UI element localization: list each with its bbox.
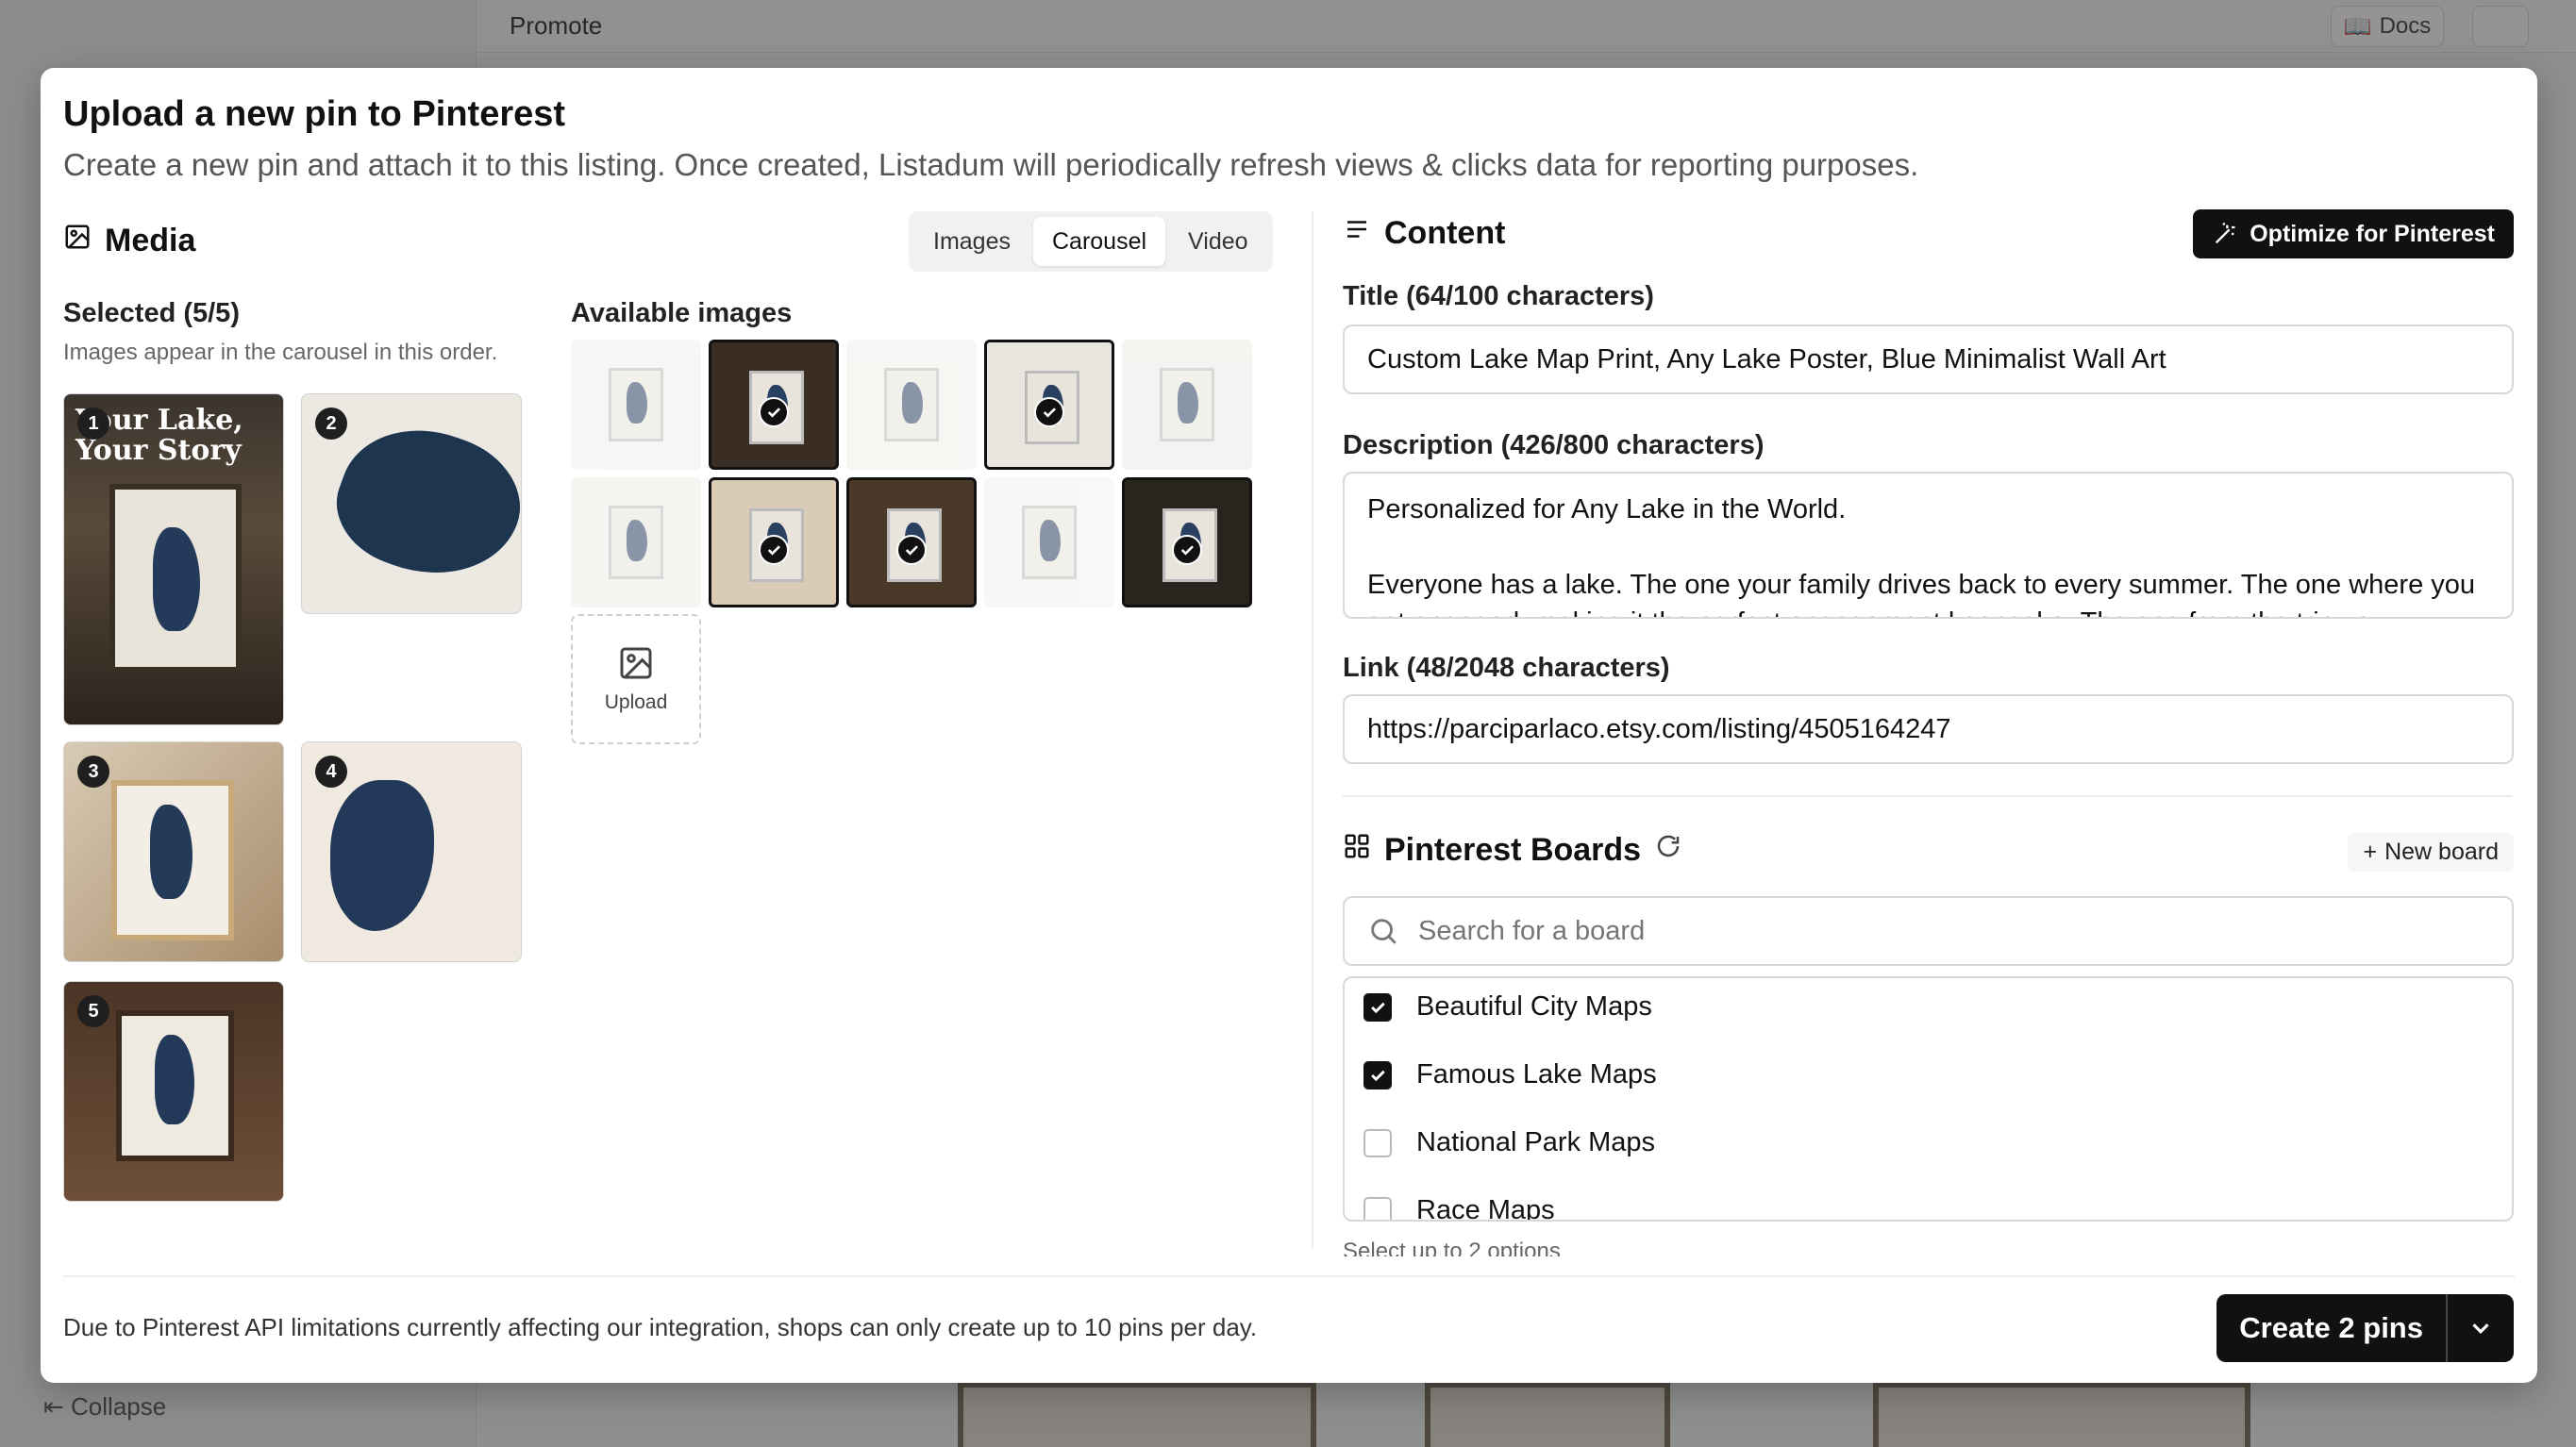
board-label: Race Maps (1416, 1195, 1555, 1222)
create-options-dropdown[interactable] (2446, 1294, 2514, 1362)
checkbox-checked[interactable] (1363, 992, 1392, 1022)
board-option[interactable]: Beautiful City Maps (1363, 991, 1652, 1023)
media-type-tabs: Images Carousel Video (909, 211, 1273, 272)
modal-subtitle: Create a new pin and attach it to this l… (63, 147, 1919, 182)
available-image[interactable] (846, 477, 977, 607)
selected-check-icon (759, 535, 789, 565)
api-limit-note: Due to Pinterest API limitations current… (63, 1313, 1258, 1341)
upload-label: Upload (604, 691, 668, 713)
tab-carousel[interactable]: Carousel (1032, 217, 1166, 266)
selected-image[interactable]: 3 (63, 741, 284, 962)
board-option[interactable]: Famous Lake Maps (1363, 1059, 1657, 1090)
create-pins-button[interactable]: Create 2 pins (2216, 1294, 2446, 1362)
available-image[interactable] (846, 340, 977, 470)
title-input[interactable]: Custom Lake Map Print, Any Lake Poster, … (1343, 324, 2514, 394)
description-label: Description (426/800 characters) (1343, 430, 1765, 460)
available-label: Available images (571, 298, 793, 328)
description-textarea[interactable]: Personalized for Any Lake in the World. … (1343, 472, 2514, 619)
chevron-down-icon (2472, 1323, 2489, 1334)
order-badge: 2 (315, 407, 347, 440)
boards-heading: Pinterest Boards (1343, 832, 1682, 869)
magic-wand-icon (2216, 223, 2235, 244)
selected-label: Selected (5/5) (63, 298, 240, 328)
selected-check-icon (896, 535, 927, 565)
board-option[interactable]: Race Maps (1363, 1195, 1555, 1222)
checkbox-checked[interactable] (1363, 1060, 1392, 1089)
content-heading-label: Content (1384, 215, 1506, 251)
media-heading: Media (63, 223, 195, 259)
selected-check-icon (759, 397, 789, 427)
create-pins-split-button: Create 2 pins (2216, 1294, 2514, 1362)
selected-hint: Images appear in the carousel in this or… (63, 340, 498, 365)
upload-pin-modal: Upload a new pin to Pinterest Create a n… (41, 68, 2537, 1383)
board-list: Beautiful City Maps Famous Lake Maps Nat… (1343, 976, 2514, 1222)
boards-heading-label: Pinterest Boards (1384, 832, 1642, 868)
search-icon (1371, 919, 1397, 944)
board-label: National Park Maps (1416, 1127, 1656, 1157)
plus-icon: + (2363, 838, 2378, 865)
image-upload-icon (620, 647, 652, 679)
order-badge: 3 (77, 756, 109, 788)
title-label: Title (64/100 characters) (1343, 281, 1654, 311)
image-icon (63, 223, 92, 259)
grid-icon (1343, 832, 1371, 869)
available-image[interactable] (984, 340, 1114, 470)
available-image[interactable] (1122, 340, 1252, 470)
link-input[interactable]: https://parciparlaco.etsy.com/listing/45… (1343, 694, 2514, 764)
optimize-label: Optimize for Pinterest (2250, 220, 2495, 247)
optimize-for-pinterest-button[interactable]: Optimize for Pinterest (2193, 209, 2514, 258)
new-board-label: New board (2384, 838, 2499, 865)
board-label: Beautiful City Maps (1416, 991, 1652, 1022)
tab-images[interactable]: Images (914, 217, 1029, 266)
upload-button[interactable]: Upload (571, 614, 701, 744)
order-badge: 5 (77, 995, 109, 1027)
board-option[interactable]: National Park Maps (1363, 1127, 1655, 1158)
selected-image[interactable]: 5 (63, 981, 284, 1202)
text-lines-icon (1343, 215, 1371, 252)
board-search[interactable] (1343, 896, 2514, 966)
boards-hint: Select up to 2 options (1343, 1239, 1561, 1256)
framed-map (109, 484, 242, 673)
available-image[interactable] (709, 340, 839, 470)
available-image[interactable] (1122, 477, 1252, 607)
link-label: Link (48/2048 characters) (1343, 653, 1670, 683)
order-badge: 4 (315, 756, 347, 788)
modal-title: Upload a new pin to Pinterest (63, 94, 566, 134)
selected-check-icon (1172, 535, 1202, 565)
checkbox-unchecked[interactable] (1363, 1128, 1392, 1157)
content-heading: Content (1343, 215, 1505, 252)
available-image[interactable] (571, 340, 701, 470)
available-image[interactable] (984, 477, 1114, 607)
order-badge: 1 (77, 407, 109, 440)
available-image[interactable] (571, 477, 701, 607)
selected-image[interactable]: 2 (301, 393, 522, 614)
media-heading-label: Media (105, 223, 196, 258)
board-search-input[interactable] (1418, 915, 2456, 947)
tab-video[interactable]: Video (1169, 217, 1267, 266)
refresh-icon[interactable] (1654, 832, 1682, 869)
checkbox-unchecked[interactable] (1363, 1196, 1392, 1220)
selected-image[interactable]: Your Lake, Your Story 1 (63, 393, 284, 725)
column-divider (1312, 211, 1313, 1249)
available-image[interactable] (709, 477, 839, 607)
selected-check-icon (1034, 397, 1064, 427)
selected-image[interactable]: 4 (301, 741, 522, 962)
section-divider (1343, 795, 2513, 797)
board-label: Famous Lake Maps (1416, 1059, 1657, 1089)
footer-divider (63, 1275, 2515, 1277)
new-board-button[interactable]: + New board (2348, 832, 2514, 872)
